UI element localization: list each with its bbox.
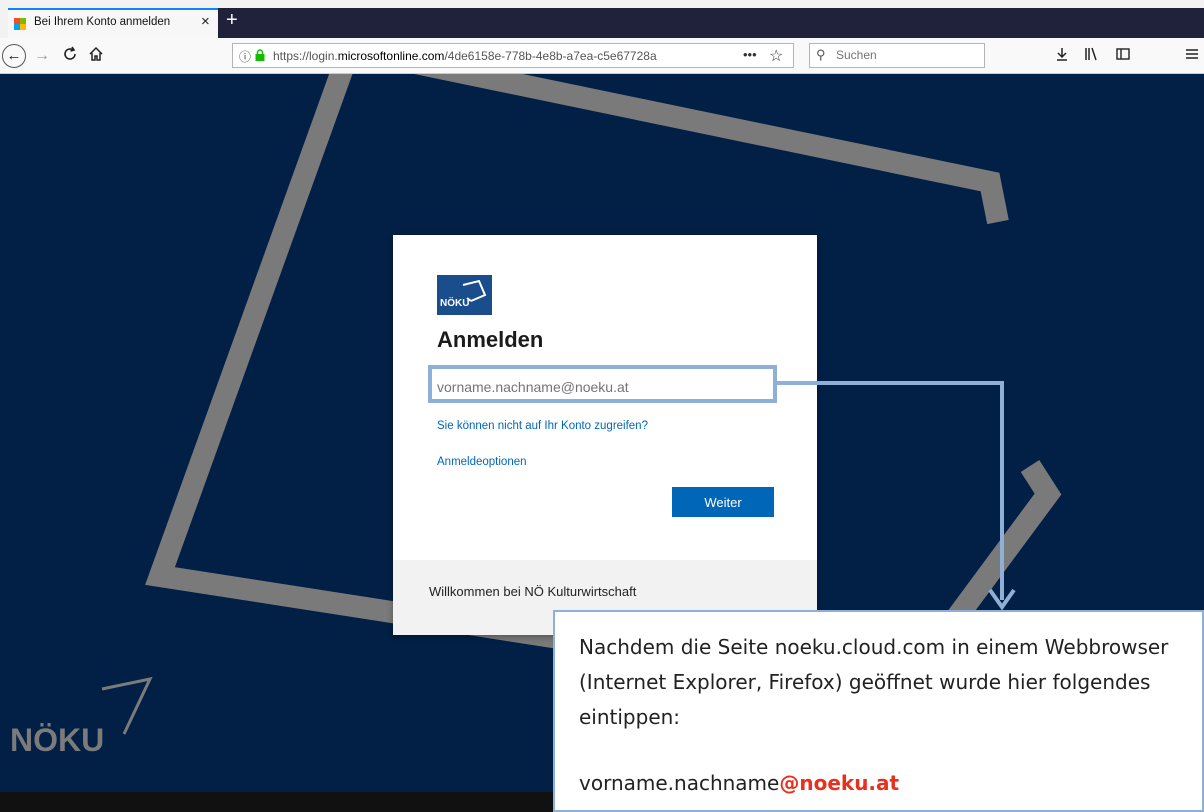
download-icon bbox=[1057, 48, 1067, 61]
reload-button[interactable] bbox=[62, 46, 78, 68]
page-title: Anmelden bbox=[437, 327, 544, 352]
cant-access-account-link[interactable]: Sie können nicht auf Ihr Konto zugreifen… bbox=[437, 420, 648, 432]
library-icon bbox=[1085, 47, 1097, 61]
browser-tab[interactable]: Bei Ihrem Konto anmelden × bbox=[8, 8, 218, 38]
welcome-text: Willkommen bei NÖ Kulturwirtschaft bbox=[429, 584, 637, 599]
hamburger-menu-icon bbox=[1186, 49, 1198, 59]
noeku-logo: NÖKU bbox=[437, 275, 492, 315]
page-actions-icon[interactable]: ••• bbox=[743, 47, 757, 62]
sidebar-icon bbox=[1116, 48, 1130, 60]
bookmark-star-icon[interactable]: ☆ bbox=[769, 46, 783, 66]
callout-email-user: vorname.nachname bbox=[579, 771, 780, 795]
lock-icon bbox=[255, 49, 265, 61]
navigation-bar: ← → ⓘ https://login.microsoftonline.com/… bbox=[0, 38, 1204, 74]
search-bar[interactable]: ⚲ bbox=[809, 43, 985, 68]
new-tab-button[interactable]: + bbox=[226, 8, 238, 32]
sign-in-options-link[interactable]: Anmeldeoptionen bbox=[437, 456, 527, 468]
callout-email-domain: @noeku.at bbox=[779, 771, 900, 795]
noeku-watermark: NÖKU bbox=[10, 722, 105, 758]
login-card: NÖKU Anmelden Sie können nicht auf Ihr K… bbox=[393, 235, 817, 635]
tab-title: Bei Ihrem Konto anmelden bbox=[34, 16, 171, 28]
tab-bar: Bei Ihrem Konto anmelden × + bbox=[0, 0, 1204, 38]
microsoft-logo-icon bbox=[14, 18, 26, 30]
back-button[interactable]: ← bbox=[2, 44, 26, 68]
url-text: https://login.microsoftonline.com/4de615… bbox=[273, 49, 657, 63]
menu-button[interactable] bbox=[1184, 46, 1200, 68]
search-input[interactable] bbox=[834, 47, 978, 63]
forward-button[interactable]: → bbox=[34, 46, 50, 66]
library-button[interactable] bbox=[1083, 46, 1099, 68]
sidebar-button[interactable] bbox=[1115, 46, 1131, 68]
search-icon: ⚲ bbox=[816, 47, 826, 62]
info-icon[interactable]: ⓘ bbox=[239, 48, 251, 65]
address-bar[interactable]: ⓘ https://login.microsoftonline.com/4de6… bbox=[232, 43, 794, 68]
next-button[interactable]: Weiter bbox=[672, 487, 774, 517]
reload-icon bbox=[64, 46, 76, 60]
logo-shape-icon bbox=[462, 279, 487, 302]
email-highlight-box bbox=[428, 365, 777, 403]
home-icon bbox=[89, 46, 103, 61]
instruction-callout: Nachdem die Seite noeku.cloud.com in ein… bbox=[553, 610, 1204, 812]
download-button[interactable] bbox=[1054, 46, 1070, 68]
callout-email: vorname.nachname@noeku.at bbox=[579, 771, 899, 795]
callout-instruction: Nachdem die Seite noeku.cloud.com in ein… bbox=[579, 635, 1169, 729]
home-button[interactable] bbox=[88, 46, 104, 68]
tab-close-icon[interactable]: × bbox=[201, 13, 210, 30]
